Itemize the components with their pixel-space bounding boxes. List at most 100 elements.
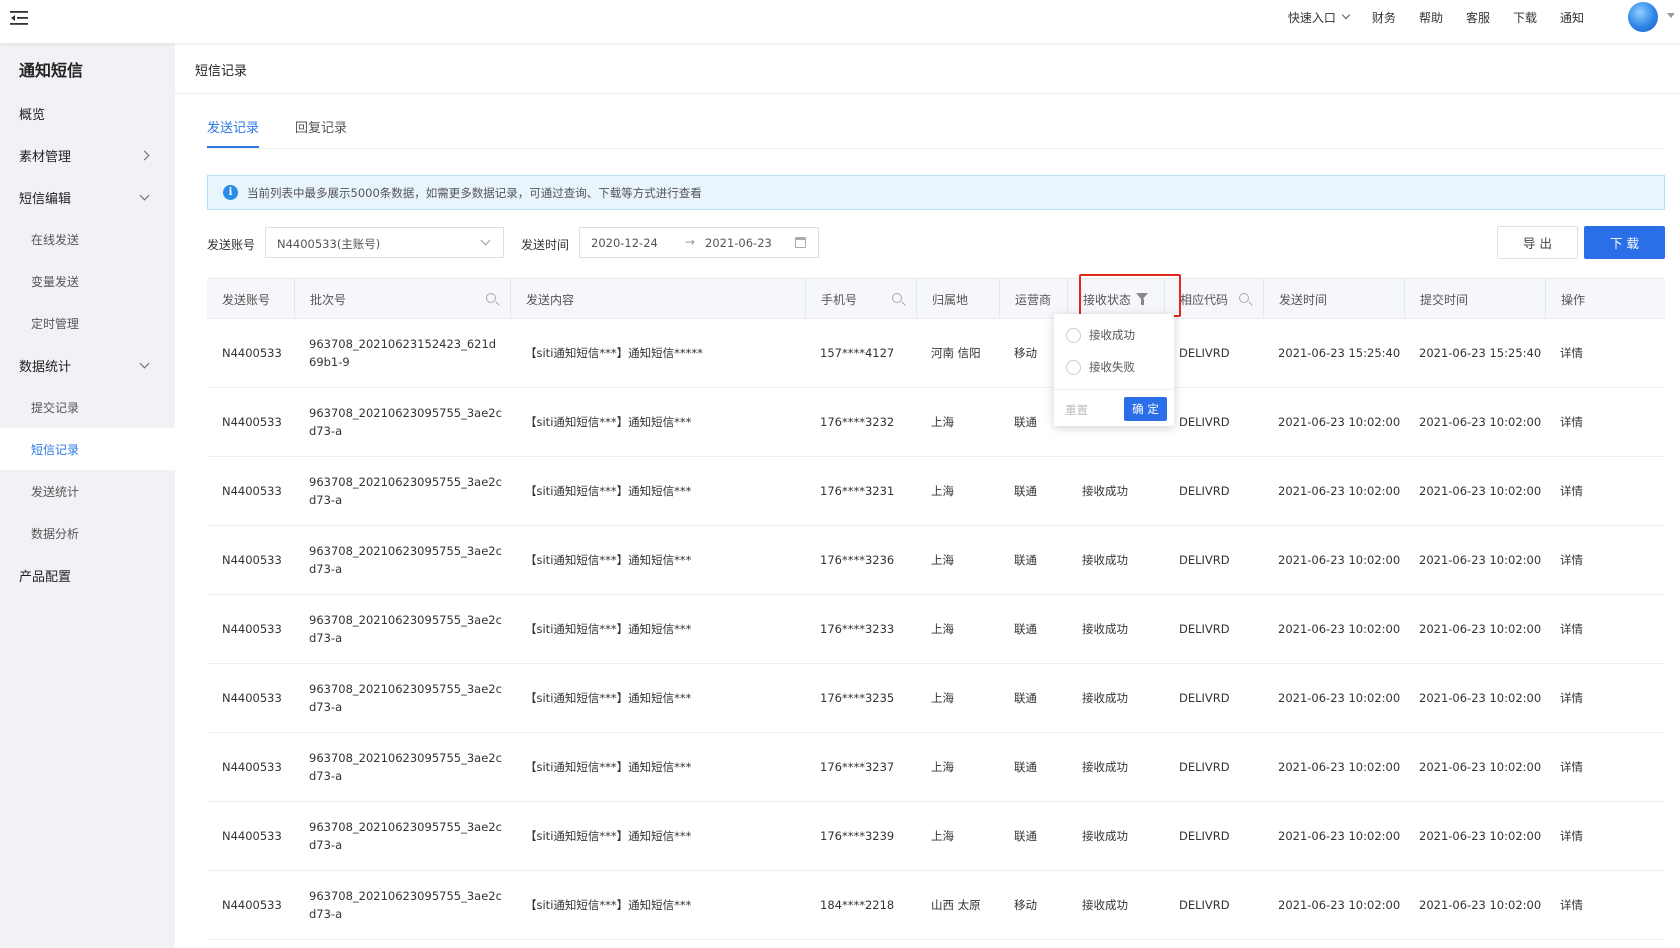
- info-notice: i 当前列表中最多展示5000条数据，如需更多数据记录，可通过查询、下载等方式进…: [207, 175, 1665, 210]
- cell-detail-link[interactable]: 详情: [1545, 388, 1583, 456]
- cell-status: 接收成功: [1082, 484, 1128, 498]
- table-row: N4400533 963708_20210623095755_3ae2cd73-a…: [207, 457, 1665, 526]
- top-nav: 快速入口 财务 帮助 客服 下载 通知: [1288, 0, 1584, 34]
- nav-download[interactable]: 下载: [1513, 9, 1537, 26]
- radio-button[interactable]: [1066, 359, 1081, 375]
- cell-account: N4400533: [222, 829, 282, 843]
- caret-down-icon[interactable]: [1667, 13, 1675, 18]
- cell-code: DELIVRD: [1179, 484, 1230, 498]
- sidebar-item-sms-edit[interactable]: 短信编辑: [0, 176, 175, 218]
- cell-region: 上海: [931, 553, 954, 567]
- cell-submit-time: 2021-06-23 10:02:00: [1419, 553, 1542, 567]
- sidebar-item-sms-records[interactable]: 短信记录: [0, 428, 175, 470]
- date-end: 2021-06-23: [705, 236, 772, 250]
- user-avatar[interactable]: [1628, 2, 1658, 32]
- sidebar-item-product-config[interactable]: 产品配置: [0, 554, 175, 596]
- column-header-label: 提交时间: [1420, 292, 1469, 307]
- sidebar-item-materials[interactable]: 素材管理: [0, 134, 175, 176]
- date-range-picker[interactable]: 2020-12-24 → 2021-06-23: [579, 227, 819, 258]
- cell-detail-link[interactable]: 详情: [1545, 664, 1583, 732]
- filter-option-failed[interactable]: 接收失败: [1066, 359, 1135, 375]
- cell-carrier: 联通: [1014, 829, 1037, 843]
- sidebar-item-submit-records[interactable]: 提交记录: [0, 386, 175, 428]
- quick-entry-label: 快速入口: [1287, 10, 1336, 25]
- column-header-status: 接收状态: [1067, 279, 1164, 319]
- nav-notifications[interactable]: 通知: [1560, 9, 1584, 26]
- column-header-carrier: 运营商: [999, 279, 1067, 319]
- cell-account: N4400533: [222, 898, 282, 912]
- sidebar-item-schedule[interactable]: 定时管理: [0, 302, 175, 344]
- column-header-send-time: 发送时间: [1263, 279, 1404, 319]
- filter-reset-button[interactable]: 重置: [1065, 402, 1088, 418]
- sidebar-item-label: 发送统计: [31, 484, 80, 499]
- cell-phone: 176****3239: [820, 829, 895, 843]
- cell-region: 上海: [931, 622, 954, 636]
- column-header-label: 手机号: [821, 292, 858, 307]
- sidebar-item-send-stats[interactable]: 发送统计: [0, 470, 175, 512]
- sidebar-item-online-send[interactable]: 在线发送: [0, 218, 175, 260]
- search-icon[interactable]: [486, 293, 496, 303]
- sidebar-item-overview[interactable]: 概览: [0, 92, 175, 134]
- cell-detail-link[interactable]: 详情: [1545, 319, 1583, 387]
- cell-code: DELIVRD: [1179, 829, 1230, 843]
- sidebar-item-label: 变量发送: [31, 274, 80, 289]
- top-bar: 快速入口 财务 帮助 客服 下载 通知: [0, 0, 1680, 43]
- cell-phone: 176****3236: [820, 553, 895, 567]
- filter-option-success[interactable]: 接收成功: [1066, 327, 1135, 343]
- cell-carrier: 联通: [1014, 553, 1037, 567]
- column-header-account: 发送账号: [207, 279, 294, 319]
- cell-detail-link[interactable]: 详情: [1545, 457, 1583, 525]
- cell-send-time: 2021-06-23 10:02:00: [1278, 898, 1401, 912]
- cell-send-time: 2021-06-23 10:02:00: [1278, 415, 1401, 429]
- cell-account: N4400533: [222, 415, 282, 429]
- tab-send-records[interactable]: 发送记录: [207, 117, 260, 148]
- cell-batch: 963708_20210623095755_3ae2cd73-a: [309, 406, 502, 438]
- account-select[interactable]: N4400533(主账号): [265, 227, 504, 258]
- column-header-batch: 批次号: [294, 279, 510, 319]
- cell-detail-link[interactable]: 详情: [1545, 871, 1583, 939]
- cell-phone: 176****3237: [820, 760, 895, 774]
- cell-send-time: 2021-06-23 10:02:00: [1278, 760, 1401, 774]
- filter-confirm-button[interactable]: 确 定: [1124, 397, 1167, 421]
- sidebar-item-variable-send[interactable]: 变量发送: [0, 260, 175, 302]
- table-body: N4400533 963708_20210623152423_621d69b1-9…: [207, 319, 1665, 940]
- cell-submit-time: 2021-06-23 10:02:00: [1419, 760, 1542, 774]
- table-row: N4400533 963708_20210623095755_3ae2cd73-a…: [207, 802, 1665, 871]
- cell-detail-link[interactable]: 详情: [1545, 595, 1583, 663]
- filter-icon[interactable]: [1136, 293, 1148, 305]
- account-select-value: N4400533(主账号): [277, 237, 381, 251]
- column-header-label: 发送账号: [222, 292, 271, 307]
- export-button[interactable]: 导 出: [1497, 226, 1578, 259]
- quick-entry-menu[interactable]: 快速入口: [1287, 9, 1351, 26]
- cell-content: 【siti通知短信***】通知短信***: [525, 691, 692, 705]
- column-header-label: 接收状态: [1083, 292, 1132, 307]
- table-row: N4400533 963708_20210623095755_3ae2cd73-a…: [207, 733, 1665, 802]
- cell-detail-link[interactable]: 详情: [1545, 802, 1583, 870]
- nav-finance[interactable]: 财务: [1372, 9, 1396, 26]
- column-header-label: 归属地: [932, 292, 969, 307]
- cell-submit-time: 2021-06-23 15:25:40: [1419, 346, 1542, 360]
- nav-support[interactable]: 客服: [1466, 9, 1490, 26]
- cell-content: 【siti通知短信***】通知短信***: [525, 622, 692, 636]
- search-icon[interactable]: [892, 293, 902, 303]
- cell-batch: 963708_20210623095755_3ae2cd73-a: [309, 682, 502, 714]
- sidebar-item-data-analysis[interactable]: 数据分析: [0, 512, 175, 554]
- search-icon[interactable]: [1239, 293, 1249, 303]
- sidebar-title: 通知短信: [19, 61, 84, 80]
- sidebar-item-statistics[interactable]: 数据统计: [0, 344, 175, 386]
- cell-content: 【siti通知短信***】通知短信***: [525, 829, 692, 843]
- download-button[interactable]: 下 载: [1584, 226, 1665, 259]
- cell-detail-link[interactable]: 详情: [1545, 526, 1583, 594]
- column-header-label: 批次号: [310, 292, 347, 307]
- chevron-down-icon: [480, 235, 491, 246]
- cell-batch: 963708_20210623095755_3ae2cd73-a: [309, 544, 502, 576]
- sidebar-item-label: 素材管理: [19, 149, 72, 165]
- tab-reply-records[interactable]: 回复记录: [295, 117, 347, 146]
- chevron-down-icon: [139, 358, 150, 368]
- cell-account: N4400533: [222, 346, 282, 360]
- cell-detail-link[interactable]: 详情: [1545, 733, 1583, 801]
- menu-collapse-icon[interactable]: [9, 9, 29, 27]
- nav-help[interactable]: 帮助: [1419, 9, 1443, 26]
- cell-phone: 176****3231: [820, 484, 895, 498]
- radio-button[interactable]: [1066, 327, 1081, 343]
